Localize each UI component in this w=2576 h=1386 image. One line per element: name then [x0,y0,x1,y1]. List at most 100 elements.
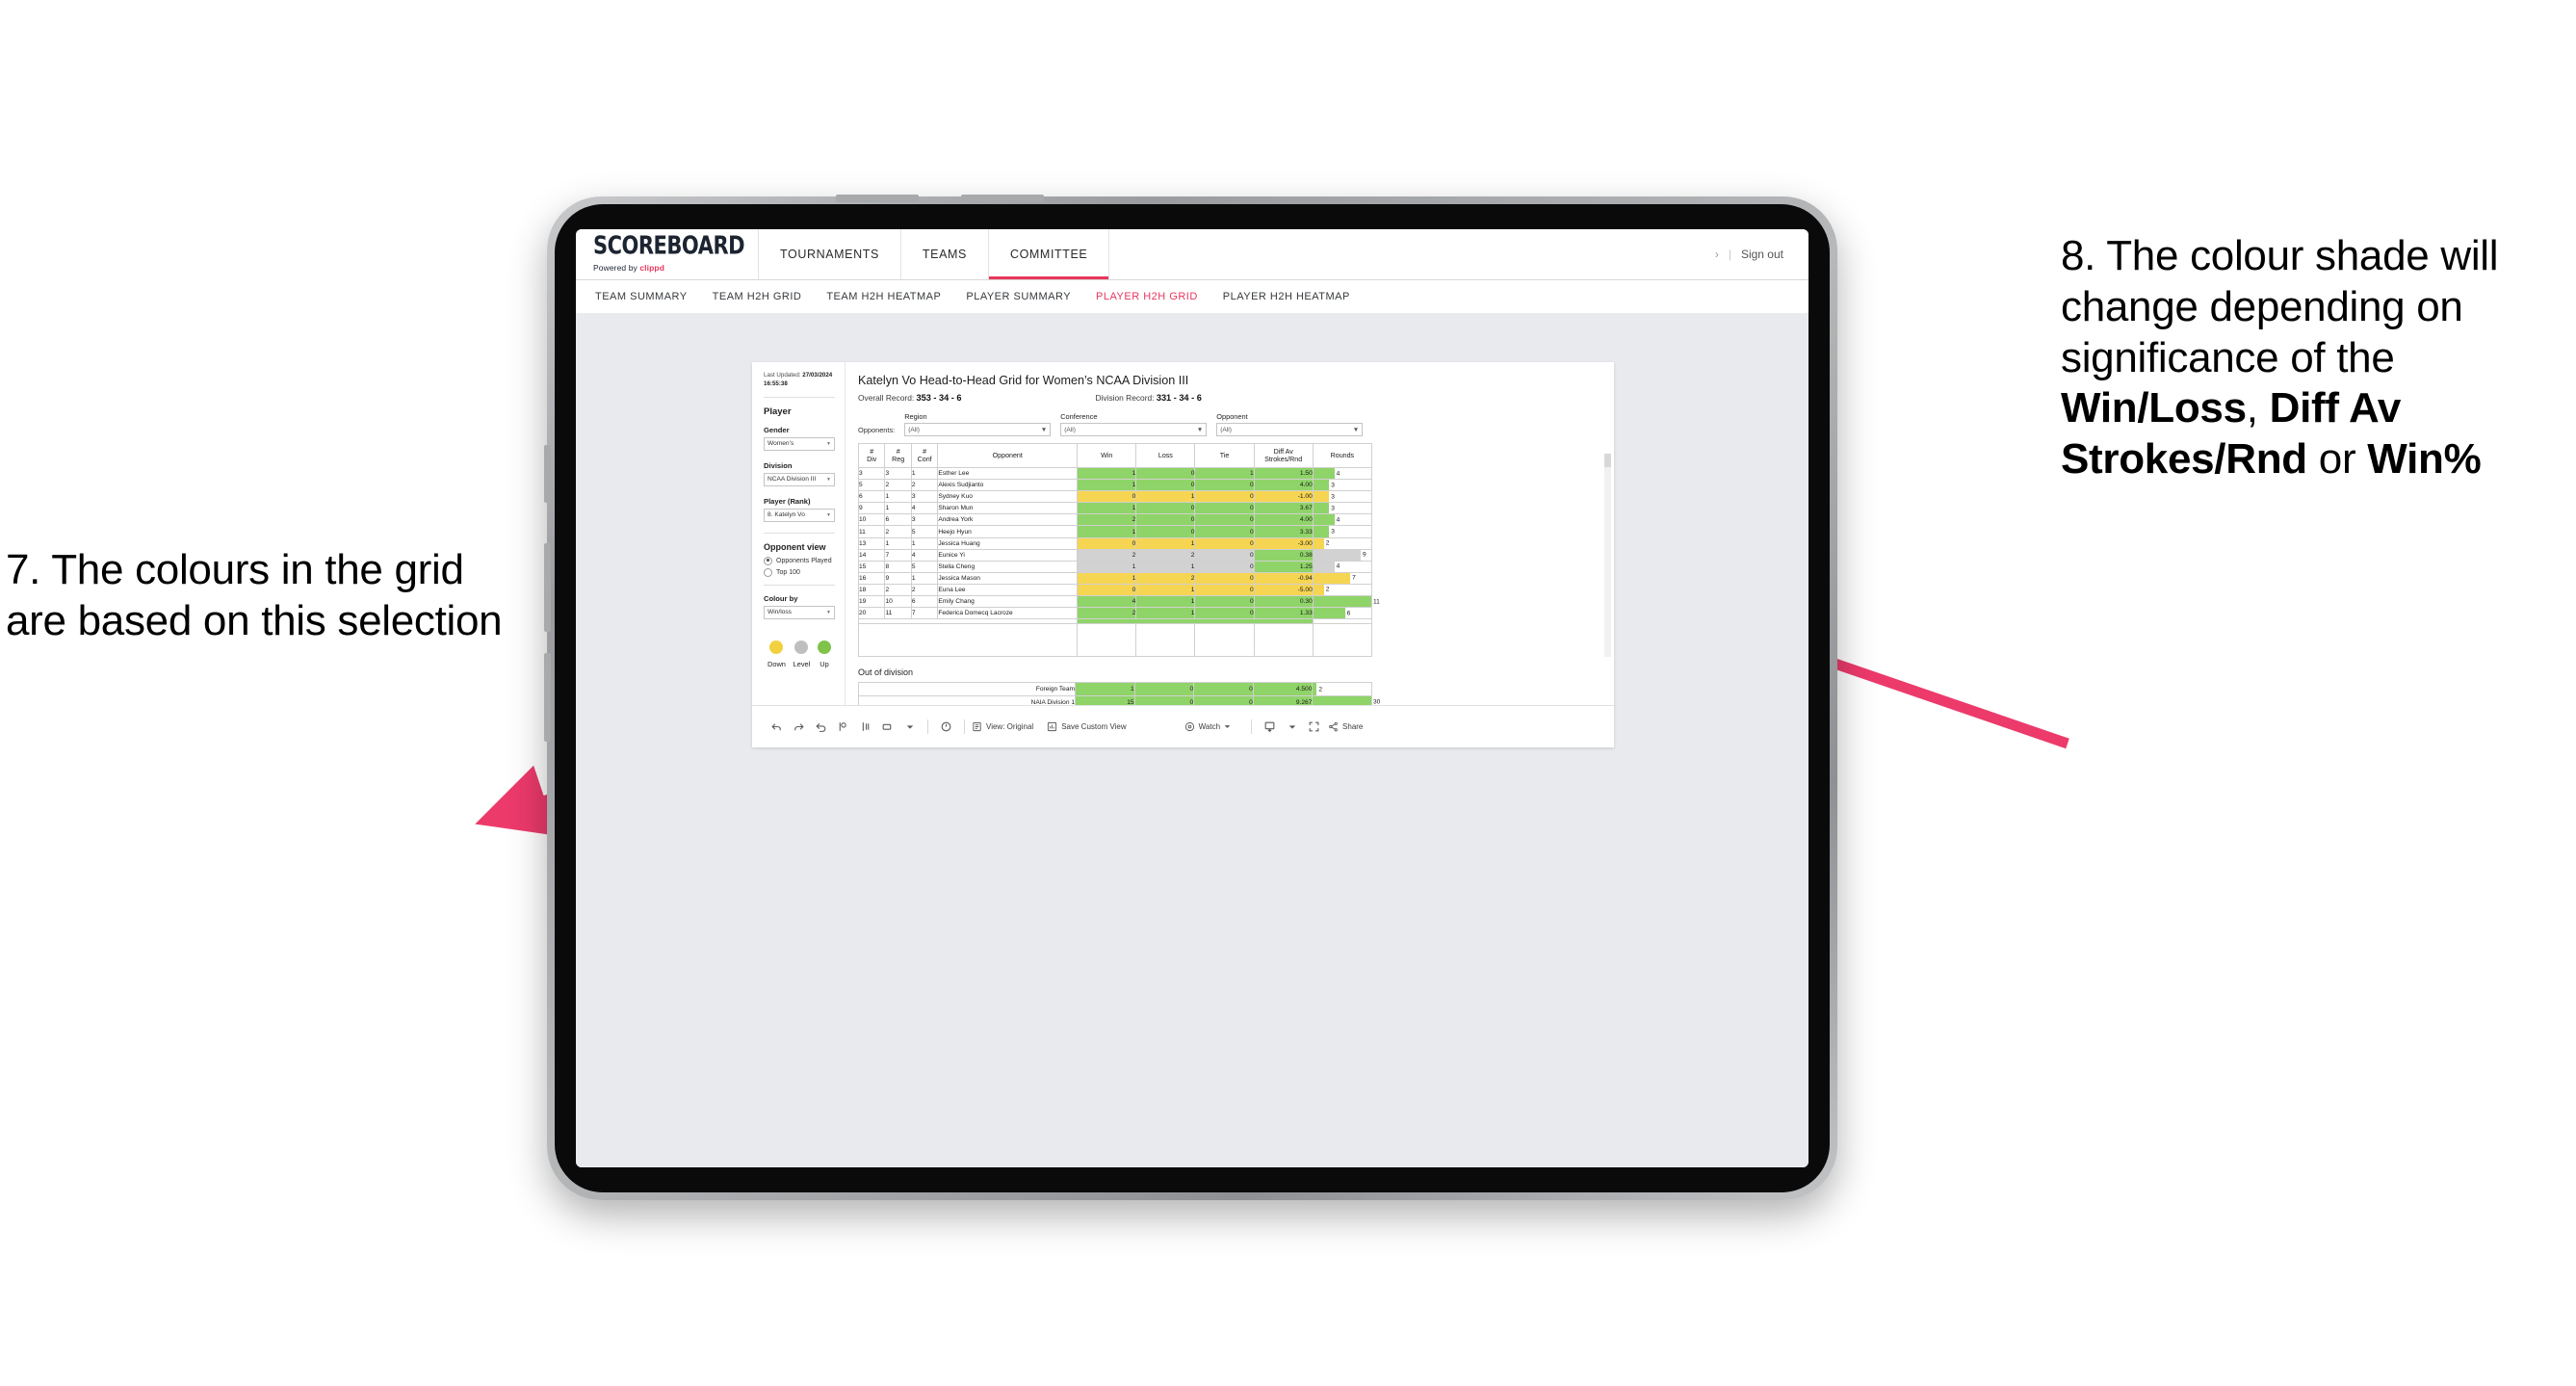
last-updated: Last Updated: 27/03/2024 16:55:38 [764,372,835,389]
nav-item-tournaments[interactable]: TOURNAMENTS [759,229,901,279]
rounds-bar [1313,491,1330,503]
cell-div: 3 [857,466,886,481]
view-original-button[interactable]: View: Original [972,721,1033,732]
radio-opponents-played[interactable]: Opponents Played [764,556,835,565]
nav-item-committee[interactable]: COMMITTEE [988,229,1110,279]
cell-rounds: 3 [1312,479,1373,492]
table-row[interactable]: 15 8 5 Stella Cheng 1 1 0 1.25 4 [857,560,1373,573]
share-button[interactable]: Share [1328,721,1363,732]
chevron-down-icon: ▼ [826,440,831,447]
cell-loss: 2 [1135,548,1196,562]
subnav-item-player-h2h-grid[interactable]: PLAYER H2H GRID [1096,291,1198,302]
nav-label-teams: TEAMS [922,248,967,261]
table-row[interactable]: 19 10 6 Emily Chang 4 1 0 0.30 11 [857,595,1380,609]
chevron-down-icon [1224,725,1231,728]
filter-region-select[interactable]: (All) ▼ [904,423,1052,436]
logo-subtitle: Powered by clippd [593,263,758,273]
cell-conf: 1 [910,466,939,481]
rounds-value: 11 [1373,598,1380,606]
subnav-item-team-summary[interactable]: TEAM SUMMARY [595,291,688,302]
table-row[interactable]: 13 1 1 Jessica Huang 0 1 0 -3.00 2 [857,536,1373,550]
refresh-icon[interactable] [832,717,854,738]
cell-diff: 4.500 [1252,682,1314,696]
table-row[interactable]: 20 11 7 Federica Domecq Lacroze 2 1 0 1.33 6 [857,607,1373,620]
col-diff-l2: Strokes/Rnd [1264,456,1303,463]
table-row[interactable]: 5 2 2 Alexis Sudjianto 1 0 0 4.00 3 [857,479,1373,492]
nav-label-tournaments: TOURNAMENTS [780,248,879,261]
cell-diff: -3.00 [1253,536,1314,550]
filter-conference-value: (All) [1064,426,1076,433]
cell-loss: 1 [1135,583,1196,597]
cell-rounds: 2 [1312,583,1373,597]
col-conf: # Conf [910,443,939,468]
cell-win: 1 [1077,560,1137,573]
cell-tie: 0 [1194,502,1255,515]
cell-tie: 0 [1194,548,1255,562]
filter-conference-select[interactable]: (All) ▼ [1060,423,1208,436]
filter-player-rank-select[interactable]: 8. Katelyn Vo ▼ [764,508,835,522]
table-row[interactable]: 14 7 4 Eunice Yi 2 2 0 0.38 9 [857,548,1373,562]
cell-rounds: 9 [1312,548,1373,562]
radio-top-100[interactable]: Top 100 [764,567,835,577]
annotation-8-seg-4: or [2306,435,2368,484]
cell-reg: 1 [884,490,912,504]
table-row[interactable]: 11 2 5 Heejo Hyun 1 0 0 3.33 3 [857,525,1373,538]
watch-button[interactable]: Watch [1184,721,1231,732]
fullscreen-icon[interactable] [1303,717,1325,738]
division-record-label: Division Record: [1095,393,1157,403]
col-opponent: Opponent [937,443,1079,468]
cell-loss: 0 [1135,502,1196,515]
grid-scrollbar-thumb[interactable] [1604,454,1611,467]
table-row[interactable]: 3 3 1 Esther Lee 1 0 1 1.50 4 [857,466,1373,481]
table-row[interactable]: 16 9 1 Jessica Mason 1 2 0 -0.94 7 [857,571,1373,585]
cell-win: 1 [1077,502,1137,515]
table-row[interactable]: 9 1 4 Sharon Mun 1 0 0 3.67 3 [857,502,1373,515]
out-of-division-heading: Out of division [858,667,914,678]
pan-icon[interactable] [876,717,898,738]
filter-opponent-select[interactable]: (All) ▼ [1216,423,1364,436]
pause-icon[interactable] [854,717,876,738]
subnav-item-player-summary[interactable]: PLAYER SUMMARY [966,291,1071,302]
cell-opponent: Euna Lee [937,583,1079,597]
nav-item-teams[interactable]: TEAMS [901,229,989,279]
filter-opponent-value: (All) [1220,426,1232,433]
filter-region-value: (All) [908,426,920,433]
table-row[interactable]: 10 6 3 Andrea York 2 0 0 4.00 4 [857,513,1373,527]
filter-opponent-label: Opponent [1216,412,1248,421]
cell-loss: 2 [1135,571,1196,585]
download-icon[interactable] [1259,717,1281,738]
subnav-item-team-h2h-grid[interactable]: TEAM H2H GRID [713,291,802,302]
app-logo[interactable]: SCOREBOARD Powered by clippd [576,229,759,279]
rounds-value: 3 [1331,505,1335,512]
table-row[interactable]: Foreign Team 1 0 0 4.500 2 [857,682,1372,696]
save-custom-view-button[interactable]: Save Custom View [1047,721,1127,732]
table-row[interactable]: 6 1 3 Sydney Kuo 0 1 0 -1.00 3 [857,490,1373,504]
filter-division-select[interactable]: NCAA Division III ▼ [764,472,835,486]
annotation-8-seg-0: 8. The colour shade will change dependin… [2061,232,2499,381]
grid-scrollbar-track[interactable] [1604,454,1611,658]
chevron-down-icon[interactable] [1281,717,1303,738]
col-diff-l1: Diff Av [1273,447,1293,456]
reset-icon[interactable] [935,717,957,738]
rounds-value: 3 [1331,528,1335,536]
chevron-right-icon[interactable]: › [1715,248,1719,261]
filter-player-rank-label: Player (Rank) [764,496,811,506]
chevron-down-icon[interactable] [898,717,921,738]
table-row[interactable]: 18 2 2 Euna Lee 0 1 0 -5.00 2 [857,583,1373,597]
revert-icon[interactable] [810,717,832,738]
redo-icon[interactable] [788,717,810,738]
out-of-division-body: Foreign Team 1 0 0 4.500 2 NAIA Division 1 15 0 0… [857,682,1380,706]
last-updated-label: Last Updated: [764,372,803,379]
out-of-division-table: Foreign Team 1 0 0 4.500 2 NAIA Division 1 15 0 0… [857,682,1380,706]
filter-colour-by-select[interactable]: Win/loss ▼ [764,605,835,619]
sign-out-link[interactable]: Sign out [1741,248,1783,261]
filter-gender-select[interactable]: Women’s ▼ [764,436,835,451]
subnav-item-player-h2h-heatmap[interactable]: PLAYER H2H HEATMAP [1223,291,1350,302]
filter-conference: Conference (All) ▼ [1060,412,1208,436]
undo-icon[interactable] [766,717,788,738]
cell-tie: 0 [1194,513,1255,527]
sub-navigation: TEAM SUMMARY TEAM H2H GRID TEAM H2H HEAT… [576,279,1808,313]
cell-loss: 1 [1135,560,1196,573]
legend-item-up: Up [817,640,831,668]
subnav-item-team-h2h-heatmap[interactable]: TEAM H2H HEATMAP [826,291,941,302]
